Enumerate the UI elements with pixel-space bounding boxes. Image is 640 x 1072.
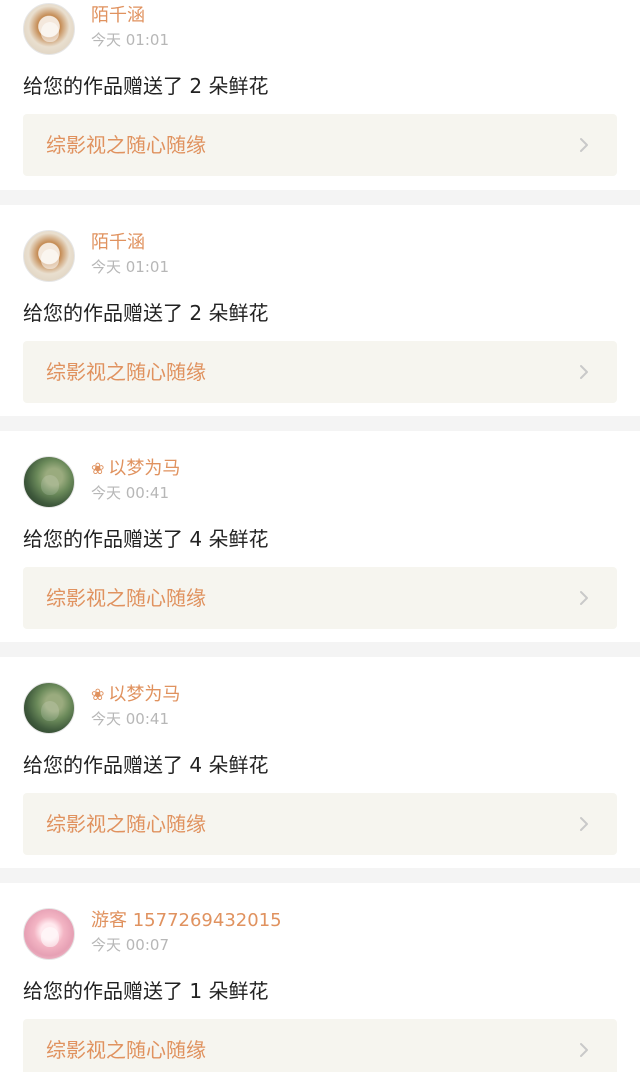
work-link[interactable]: 综影视之随心随缘 — [23, 341, 617, 403]
timestamp: 今天 01:01 — [91, 258, 169, 276]
timestamp: 今天 00:41 — [91, 484, 169, 502]
user-name[interactable]: 陌千涵 — [91, 3, 145, 29]
vip-flower-icon: ❀ — [91, 459, 105, 478]
chevron-right-icon — [580, 138, 588, 152]
gift-message: 给您的作品赠送了 2 朵鲜花 — [23, 74, 269, 98]
chevron-right-icon — [580, 365, 588, 379]
user-name-text: 陌千涵 — [91, 232, 145, 253]
notification-card: 陌千涵 今天 01:01 给您的作品赠送了 2 朵鲜花 综影视之随心随缘 — [0, 0, 640, 190]
gift-message: 给您的作品赠送了 2 朵鲜花 — [23, 301, 269, 325]
work-title: 综影视之随心随缘 — [46, 812, 206, 836]
user-avatar[interactable] — [23, 456, 75, 508]
work-title: 综影视之随心随缘 — [46, 1038, 206, 1062]
gift-message: 给您的作品赠送了 1 朵鲜花 — [23, 979, 269, 1003]
avatar-face — [41, 249, 59, 269]
timestamp: 今天 00:07 — [91, 936, 169, 954]
chevron-right-icon — [580, 591, 588, 605]
chevron-right-icon — [580, 1043, 588, 1057]
user-avatar[interactable] — [23, 230, 75, 282]
notification-card: ❀ 以梦为马 今天 00:41 给您的作品赠送了 4 朵鲜花 综影视之随心随缘 — [0, 657, 640, 868]
user-name-text: 陌千涵 — [91, 5, 145, 26]
chevron-right-icon — [580, 817, 588, 831]
gift-message: 给您的作品赠送了 4 朵鲜花 — [23, 527, 269, 551]
timestamp: 今天 01:01 — [91, 31, 169, 49]
notification-card: 游客 1577269432015 今天 00:07 给您的作品赠送了 1 朵鲜花… — [0, 883, 640, 1072]
work-link[interactable]: 综影视之随心随缘 — [23, 793, 617, 855]
avatar-face — [41, 701, 59, 721]
user-name[interactable]: 陌千涵 — [91, 230, 145, 256]
vip-flower-icon: ❀ — [91, 685, 105, 704]
user-name-text: 以梦为马 — [108, 684, 181, 705]
timestamp: 今天 00:41 — [91, 710, 169, 728]
user-avatar[interactable] — [23, 3, 75, 55]
user-name[interactable]: 游客 1577269432015 — [91, 908, 282, 934]
notification-feed: 陌千涵 今天 01:01 给您的作品赠送了 2 朵鲜花 综影视之随心随缘 陌千涵… — [0, 0, 640, 1072]
user-avatar[interactable] — [23, 682, 75, 734]
avatar-face — [41, 927, 59, 947]
work-title: 综影视之随心随缘 — [46, 360, 206, 384]
work-title: 综影视之随心随缘 — [46, 133, 206, 157]
notification-card: 陌千涵 今天 01:01 给您的作品赠送了 2 朵鲜花 综影视之随心随缘 — [0, 205, 640, 416]
work-link[interactable]: 综影视之随心随缘 — [23, 567, 617, 629]
user-name[interactable]: ❀ 以梦为马 — [91, 456, 180, 482]
work-link[interactable]: 综影视之随心随缘 — [23, 114, 617, 176]
avatar-face — [41, 22, 59, 42]
user-name[interactable]: ❀ 以梦为马 — [91, 682, 180, 708]
work-title: 综影视之随心随缘 — [46, 586, 206, 610]
avatar-face — [41, 475, 59, 495]
user-avatar[interactable] — [23, 908, 75, 960]
work-link[interactable]: 综影视之随心随缘 — [23, 1019, 617, 1072]
notification-card: ❀ 以梦为马 今天 00:41 给您的作品赠送了 4 朵鲜花 综影视之随心随缘 — [0, 431, 640, 642]
user-name-text: 以梦为马 — [108, 458, 181, 479]
gift-message: 给您的作品赠送了 4 朵鲜花 — [23, 753, 269, 777]
user-name-text: 游客 1577269432015 — [91, 910, 282, 931]
